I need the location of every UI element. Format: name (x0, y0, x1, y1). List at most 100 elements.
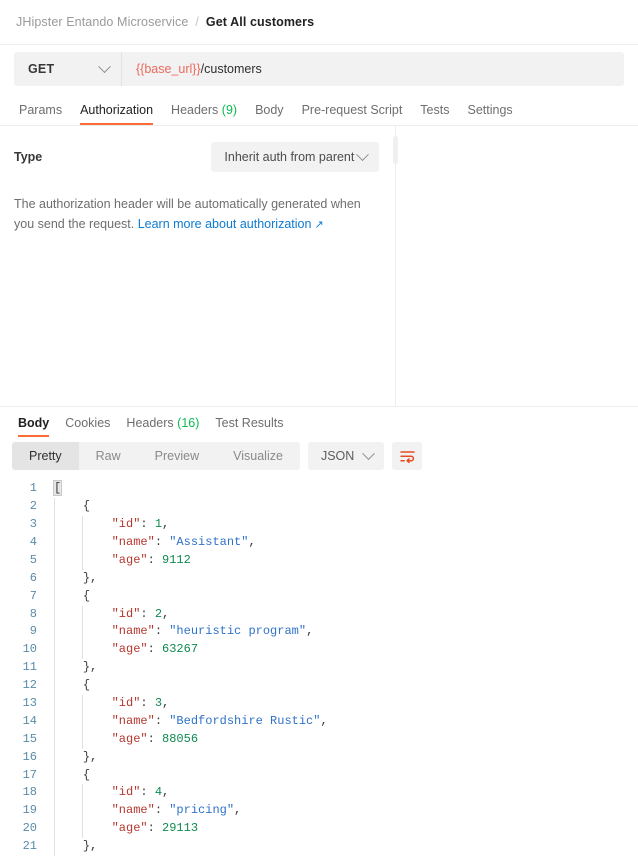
http-method-label: GET (28, 62, 55, 76)
breadcrumb: JHipster Entando Microservice / Get All … (0, 0, 638, 45)
line-number: 8 (29, 606, 37, 621)
learn-more-link[interactable]: Learn more about authorization (138, 217, 312, 231)
code-line: 8 "id": 2, (0, 605, 638, 624)
line-number: 4 (29, 534, 37, 549)
view-mode-visualize-label: Visualize (233, 449, 283, 464)
line-number: 10 (22, 642, 37, 657)
auth-description: The authorization header will be automat… (14, 194, 378, 235)
auth-type-value: Inherit auth from parent (224, 150, 355, 164)
line-number: 5 (29, 552, 37, 567)
response-toolbar: Pretty Raw Preview Visualize JSON (0, 437, 638, 477)
response-view-mode-group: Pretty Raw Preview Visualize (12, 442, 300, 471)
breadcrumb-collection[interactable]: JHipster Entando Microservice (16, 15, 188, 29)
line-number: 18 (22, 785, 37, 800)
line-number: 3 (29, 517, 37, 532)
response-tab-cookies[interactable]: Cookies (57, 416, 118, 437)
url-input[interactable]: {{base_url}}/customers (122, 52, 624, 86)
response-body-code[interactable]: 1[2 {3 "id": 1, 4 "name": "Assistant", 5 "… (0, 477, 638, 856)
line-number: 12 (22, 678, 37, 693)
tab-tests-label: Tests (420, 103, 450, 117)
tab-pre-request-script-label: Pre-request Script (301, 103, 403, 117)
view-mode-pretty[interactable]: Pretty (12, 442, 79, 471)
code-line: 14 "name": "Bedfordshire Rustic", (0, 712, 638, 731)
line-number: 11 (22, 660, 37, 675)
tab-headers-count: (9) (221, 103, 238, 117)
tab-headers-label: Headers (171, 103, 219, 117)
view-mode-raw[interactable]: Raw (79, 442, 138, 470)
line-number: 16 (22, 749, 37, 764)
chevron-down-icon (98, 59, 111, 73)
url-path-text: /customers (200, 62, 262, 76)
code-line: 21 }, (0, 838, 638, 856)
line-number: 6 (29, 570, 37, 585)
wrap-text-button[interactable] (392, 442, 423, 471)
line-number: 15 (22, 731, 37, 746)
line-number: 13 (22, 695, 37, 710)
response-tab-body[interactable]: Body (10, 416, 57, 438)
tab-body-label: Body (255, 103, 284, 117)
breadcrumb-separator: / (195, 15, 199, 29)
url-input-group: GET {{base_url}}/customers (14, 52, 624, 86)
response-tab-headers-label: Headers (126, 416, 174, 431)
response-tab-headers[interactable]: Headers (16) (118, 416, 207, 437)
view-mode-raw-label: Raw (95, 449, 121, 464)
request-side-panel (396, 126, 638, 407)
tab-params-label: Params (19, 103, 63, 117)
tab-headers[interactable]: Headers (9) (162, 103, 246, 125)
chevron-down-icon (356, 147, 369, 161)
wrap-text-icon (400, 451, 415, 463)
code-line: 13 "id": 3, (0, 694, 638, 713)
code-line: 7 { (0, 587, 638, 606)
postman-request-window: JHipster Entando Microservice / Get All … (0, 0, 638, 856)
response-tab-test-results-label: Test Results (215, 416, 284, 431)
chevron-down-icon (362, 447, 376, 460)
authorization-panel: Type Inherit auth from parent The author… (0, 126, 398, 407)
tab-params[interactable]: Params (10, 103, 71, 125)
code-line: 1[ (0, 480, 638, 498)
tab-body[interactable]: Body (246, 103, 293, 125)
tab-settings[interactable]: Settings (458, 103, 521, 125)
pane-resize-handle[interactable] (393, 136, 398, 164)
response-tab-test-results[interactable]: Test Results (207, 416, 291, 437)
code-line: 2 { (0, 498, 638, 517)
view-mode-pretty-label: Pretty (29, 449, 62, 464)
code-line: 20 "age": 29113 (0, 820, 638, 839)
code-line: 10 "age": 63267 (0, 641, 638, 660)
code-line: 18 "id": 4, (0, 784, 638, 803)
response-tab-cookies-label: Cookies (65, 416, 111, 431)
code-line: 15 "age": 88056 (0, 730, 638, 749)
auth-type-row: Type Inherit auth from parent (14, 142, 379, 172)
url-variable-token: {{base_url}} (136, 62, 201, 76)
line-number: 17 (22, 767, 37, 782)
request-tabs: Params Authorization Headers (9) Body Pr… (0, 93, 638, 126)
tab-settings-label: Settings (467, 103, 513, 117)
code-line: 9 "name": "heuristic program", (0, 623, 638, 642)
url-bar: GET {{base_url}}/customers (0, 45, 638, 93)
response-section: Body Cookies Headers (16) Test Results P… (0, 407, 638, 856)
tab-authorization[interactable]: Authorization (71, 103, 162, 125)
tab-pre-request-script[interactable]: Pre-request Script (293, 103, 412, 125)
code-line: 16 }, (0, 748, 638, 767)
line-number: 19 (22, 803, 37, 818)
line-number: 21 (22, 839, 37, 854)
view-mode-preview[interactable]: Preview (138, 442, 216, 470)
code-line: 4 "name": "Assistant", (0, 533, 638, 552)
view-mode-preview-label: Preview (154, 449, 200, 464)
view-mode-visualize[interactable]: Visualize (216, 442, 300, 470)
line-number: 7 (29, 588, 37, 603)
tab-authorization-label: Authorization (80, 103, 154, 117)
code-line: 6 }, (0, 569, 638, 588)
line-number: 14 (22, 713, 37, 728)
tab-tests[interactable]: Tests (411, 103, 458, 125)
code-line: 19 "name": "pricing", (0, 802, 638, 821)
response-format-dropdown[interactable]: JSON (307, 442, 385, 471)
code-line: 3 "id": 1, (0, 516, 638, 534)
line-number: 2 (29, 499, 37, 514)
line-number: 9 (29, 624, 37, 639)
response-format-value: JSON (320, 449, 355, 464)
auth-type-dropdown[interactable]: Inherit auth from parent (211, 142, 379, 172)
external-link-icon: ↗ (314, 219, 324, 232)
response-tab-headers-count: (16) (177, 416, 200, 431)
http-method-dropdown[interactable]: GET (14, 52, 122, 86)
code-line: 11 }, (0, 659, 638, 678)
